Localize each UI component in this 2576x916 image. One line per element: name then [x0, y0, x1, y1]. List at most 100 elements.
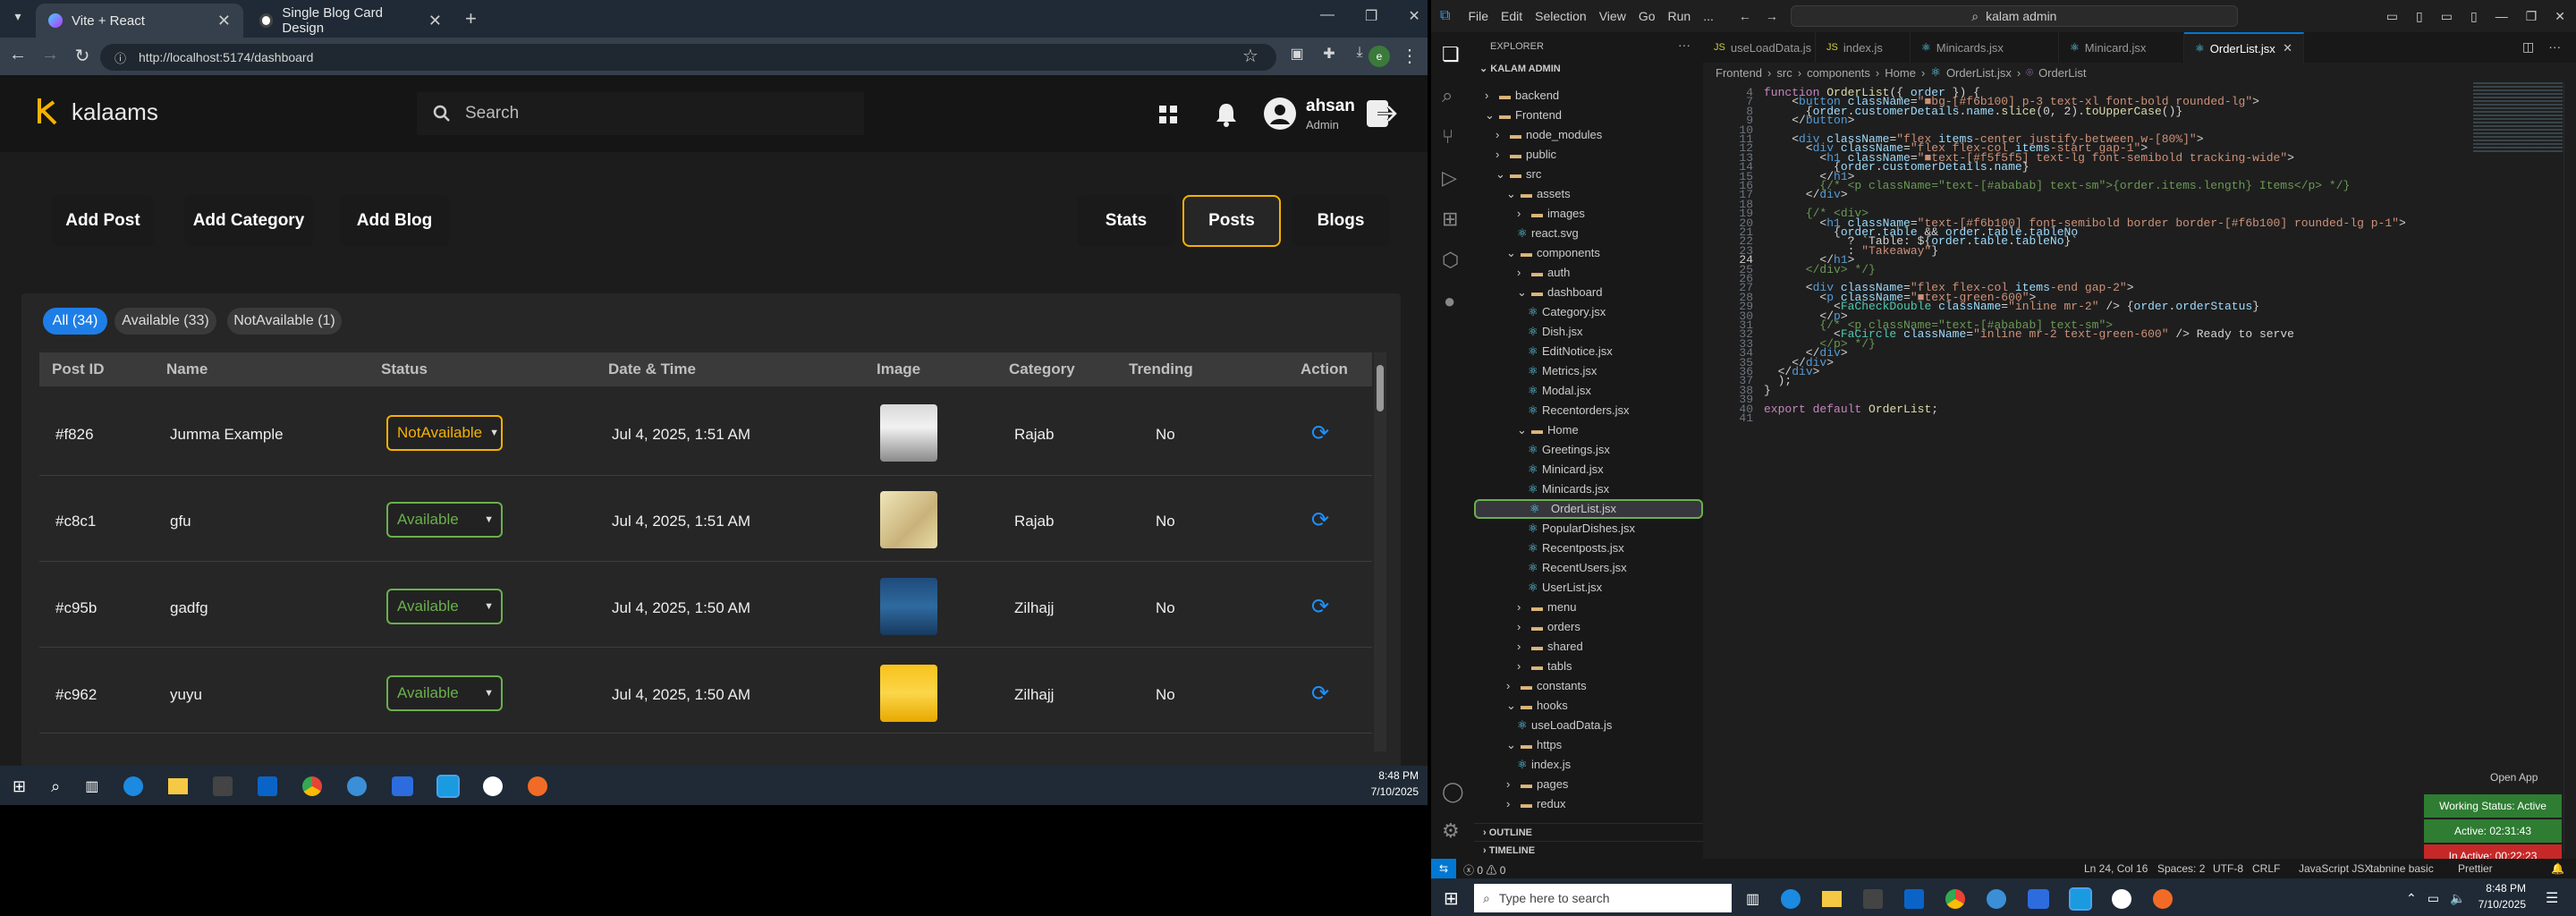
minimap[interactable] [2473, 82, 2563, 154]
close-icon[interactable]: ✕ [428, 12, 442, 30]
tree-file[interactable]: ⚛ UserList.jsx [1474, 578, 1703, 598]
tree-folder[interactable]: › ▬ pages [1474, 775, 1703, 794]
workspace-root[interactable]: ⌄ KALAM ADMIN [1479, 63, 1561, 74]
code-line[interactable]: </button> [1764, 114, 1854, 127]
tree-file[interactable]: ⚛ OrderList.jsx [1474, 499, 1703, 519]
volume-icon[interactable]: 🔈 [2450, 891, 2465, 906]
tree-file[interactable]: ⚛ Category.jsx [1474, 302, 1703, 322]
close-window-icon[interactable]: ✕ [1408, 7, 1419, 25]
refresh-icon[interactable]: ⟳ [1311, 420, 1329, 446]
tree-folder[interactable]: › ▬ redux [1474, 794, 1703, 814]
timeline-section[interactable]: › TIMELINE [1474, 841, 1703, 859]
extension-icon[interactable]: ▣ [1286, 45, 1308, 63]
tree-folder[interactable]: › ▬ images [1474, 204, 1703, 224]
settings-gear-icon[interactable]: ⚙ [1442, 819, 1460, 843]
editor-tab[interactable]: ⚛ Minicard.jsx [2059, 32, 2184, 63]
search-box[interactable]: Search [417, 92, 864, 135]
bell-icon[interactable] [1215, 102, 1238, 127]
new-tab-icon[interactable]: + [465, 7, 477, 30]
taskbar-search-input[interactable]: Type here to search [1499, 891, 1610, 905]
forward-icon[interactable]: → [39, 45, 61, 65]
close-icon[interactable]: ✕ [217, 12, 231, 30]
search-icon[interactable]: ⌕ [51, 777, 60, 796]
tray-chevron-icon[interactable]: ⌃ [2406, 891, 2417, 906]
file-explorer-icon[interactable] [168, 778, 189, 794]
menu-kebab-icon[interactable]: ⋮ [1399, 45, 1420, 67]
crumb[interactable]: OrderList.jsx [1946, 66, 2012, 80]
tree-folder[interactable]: › ▬ backend [1474, 86, 1703, 106]
command-center[interactable]: ⌕ kalam admin [1790, 5, 2238, 27]
github-icon[interactable] [483, 776, 504, 796]
crumb[interactable]: OrderList [2038, 66, 2086, 80]
working-status-badge[interactable]: Working Status: Active [2424, 794, 2562, 818]
blogs-button[interactable]: Blogs [1292, 195, 1390, 247]
puzzle-icon[interactable]: ✚ [1318, 45, 1340, 63]
remote-icon[interactable]: ⬡ [1442, 249, 1459, 272]
tree-folder[interactable]: ⌄ ▬ https [1474, 735, 1703, 755]
bell-icon[interactable]: 🔔 [2551, 862, 2564, 875]
app-icon[interactable] [1987, 889, 2007, 909]
menu-view[interactable]: View [1599, 9, 1626, 23]
postman-icon[interactable] [2153, 889, 2174, 909]
editor-tab[interactable]: JS useLoadData.js [1703, 32, 1816, 63]
add-blog-button[interactable]: Add Blog [340, 195, 449, 247]
crumb[interactable]: Home [1885, 66, 1916, 80]
vscode-icon[interactable] [436, 775, 461, 798]
minimize-icon[interactable]: — [2496, 9, 2508, 24]
open-app-label[interactable]: Open App [2490, 771, 2538, 784]
status-select[interactable]: Available ▼ [386, 502, 503, 538]
menu-edit[interactable]: Edit [1501, 9, 1522, 23]
postman-icon[interactable] [528, 776, 548, 796]
notifications-icon[interactable]: ☰ [2546, 889, 2558, 907]
indent-setting[interactable]: Spaces: 2 [2157, 862, 2205, 875]
menu-more[interactable]: ... [1703, 9, 1714, 23]
crumb[interactable]: Frontend [1716, 66, 1762, 80]
problems-indicator[interactable]: ⓧ 0 ⚠ 0 [1463, 862, 1505, 878]
tree-file[interactable]: ⚛ Minicards.jsx [1474, 479, 1703, 499]
app-icon[interactable] [347, 776, 368, 796]
tree-file[interactable]: ⚛ Minicard.jsx [1474, 460, 1703, 479]
remote-indicator-icon[interactable]: ⇆ [1431, 859, 1456, 878]
tree-file[interactable]: ⚛ Metrics.jsx [1474, 361, 1703, 381]
tree-folder[interactable]: ⌄ ▬ assets [1474, 184, 1703, 204]
network-icon[interactable]: ▭ [2428, 891, 2439, 906]
editor-tab-active[interactable]: ⚛ OrderList.jsx ✕ [2184, 32, 2304, 63]
refresh-icon[interactable]: ⟳ [1311, 507, 1329, 533]
tree-folder[interactable]: ⌄ ▬ hooks [1474, 696, 1703, 716]
code-line[interactable]: </div> [1764, 188, 1848, 201]
profile-avatar[interactable]: e [1368, 46, 1390, 67]
taskbar-search[interactable]: ⌕ Type here to search [1474, 884, 1732, 912]
tree-file[interactable]: ⚛ Recentposts.jsx [1474, 539, 1703, 558]
tree-file[interactable]: ⚛ PopularDishes.jsx [1474, 519, 1703, 539]
menu-run[interactable]: Run [1668, 9, 1691, 23]
tree-file[interactable]: ⚛ Dish.jsx [1474, 322, 1703, 342]
tree-folder[interactable]: › ▬ tabls [1474, 657, 1703, 676]
windows-start-icon[interactable]: ⊞ [1444, 887, 1459, 910]
menu-selection[interactable]: Selection [1535, 9, 1587, 23]
zoom-icon[interactable] [2028, 889, 2050, 909]
split-editor-icon[interactable]: ◫ [2522, 39, 2534, 55]
outlook-icon[interactable] [1904, 889, 1925, 909]
secondary-sidebar-icon[interactable]: ▯ [2470, 9, 2478, 24]
reload-icon[interactable]: ↻ [72, 45, 93, 67]
encoding[interactable]: UTF-8 [2213, 862, 2243, 875]
task-view-icon[interactable]: ▥ [85, 777, 98, 795]
prettier-status[interactable]: Prettier [2458, 862, 2493, 875]
zoom-icon[interactable] [392, 776, 414, 796]
menu-file[interactable]: File [1468, 9, 1488, 23]
editor-tab[interactable]: ⚛ Minicards.jsx [1911, 32, 2059, 63]
task-view-icon[interactable]: ▥ [1746, 890, 1759, 908]
tree-folder[interactable]: ⌄ ▬ src [1474, 165, 1703, 184]
filter-not-available[interactable]: NotAvailable (1) [227, 308, 342, 335]
tree-file[interactable]: ⚛ useLoadData.js [1474, 716, 1703, 735]
filter-available[interactable]: Available (33) [114, 308, 216, 335]
scrollbar-thumb[interactable] [1377, 365, 1384, 411]
crumb[interactable]: components [1807, 66, 1870, 80]
tree-file[interactable]: ⚛ RecentUsers.jsx [1474, 558, 1703, 578]
code-line[interactable]: } [1764, 384, 1771, 397]
outlook-icon[interactable] [258, 776, 278, 796]
store-icon[interactable] [1863, 889, 1884, 909]
tree-folder[interactable]: › ▬ menu [1474, 598, 1703, 617]
menu-go[interactable]: Go [1639, 9, 1656, 23]
status-select[interactable]: Available ▼ [386, 675, 503, 711]
